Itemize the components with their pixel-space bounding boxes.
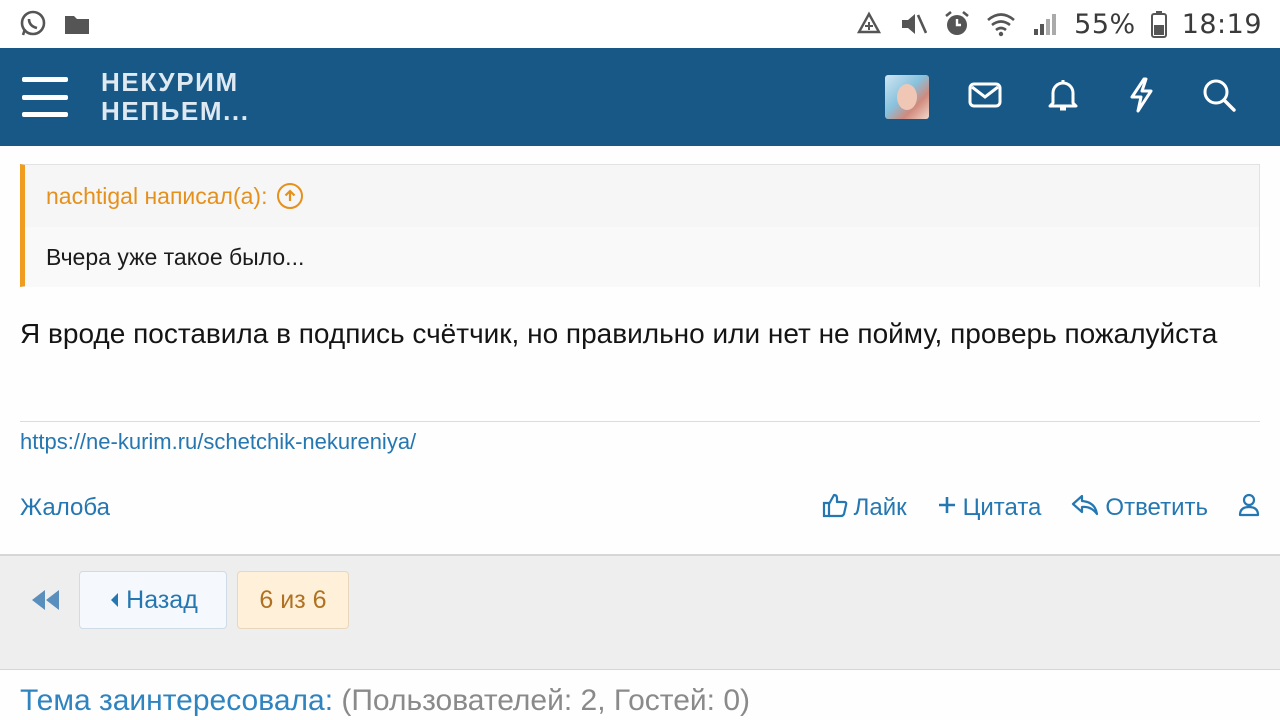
avatar [885, 75, 929, 119]
viewers-label[interactable]: Тема заинтересовала: [20, 684, 333, 717]
quote-header[interactable]: nachtigal написал(а): [25, 165, 1259, 227]
user-menu-button[interactable] [1238, 493, 1260, 524]
logo-line-2: НЕПЬЕМ... [101, 96, 250, 126]
reply-label: Ответить [1105, 494, 1208, 521]
user-icon [1238, 493, 1260, 524]
reply-button[interactable]: Ответить [1071, 493, 1208, 524]
signature-divider [20, 421, 1260, 422]
alerts-button[interactable] [1024, 48, 1102, 146]
arrow-up-circle-icon[interactable] [277, 183, 304, 209]
plus-icon [937, 494, 957, 522]
lightning-icon [1127, 77, 1155, 118]
clock: 18:19 [1181, 8, 1262, 40]
battery-icon [1150, 9, 1168, 39]
alarm-icon [942, 9, 972, 39]
whats-new-button[interactable] [1102, 48, 1180, 146]
battery-percent: 55% [1074, 8, 1136, 40]
status-right: 55% 18:19 [854, 9, 1262, 40]
site-header: НЕКУРИМ НЕПЬЕМ... [0, 48, 1280, 146]
search-button[interactable] [1180, 48, 1258, 146]
signal-icon [1030, 9, 1060, 39]
back-label: Назад [126, 585, 198, 614]
bell-icon [1047, 78, 1079, 117]
data-saver-icon [854, 9, 884, 39]
double-chevron-left-icon [32, 590, 59, 610]
quote-label: Цитата [962, 494, 1042, 521]
post-message: Я вроде поставила в подпись счётчик, но … [20, 318, 1218, 349]
report-button[interactable]: Жалоба [20, 494, 110, 522]
quote-block: nachtigal написал(а): Вчера уже такое бы… [20, 164, 1260, 287]
quote-button[interactable]: Цитата [937, 494, 1042, 522]
thread-pagination: Назад 6 из 6 [0, 554, 1280, 670]
menu-icon[interactable] [22, 77, 68, 117]
whatsapp-icon [18, 9, 48, 39]
header-actions [868, 48, 1258, 146]
mute-icon [898, 9, 928, 39]
reply-icon [1071, 493, 1099, 524]
folder-icon [62, 9, 92, 39]
signature-link[interactable]: https://ne-kurim.ru/schetchik-nekureniya… [20, 429, 416, 455]
like-label: Лайк [853, 494, 907, 521]
wifi-icon [986, 9, 1016, 39]
status-bar: 55% 18:19 [0, 0, 1280, 48]
thumbs-up-icon [822, 492, 848, 525]
inbox-button[interactable] [946, 48, 1024, 146]
account-button[interactable] [868, 48, 946, 146]
status-left [18, 9, 92, 39]
quote-author: nachtigal написал(а): [46, 182, 268, 209]
caret-left-icon [111, 593, 119, 607]
logo-line-1: НЕКУРИМ [101, 67, 239, 97]
post-actions-right: Лайк Цитата Ответить [822, 492, 1260, 525]
back-button[interactable]: Назад [79, 571, 227, 629]
page-indicator: 6 из 6 [237, 571, 349, 629]
first-page-button[interactable] [28, 584, 64, 616]
like-button[interactable]: Лайк [822, 492, 907, 525]
inbox-icon [968, 82, 1002, 113]
quote-text: Вчера уже такое было... [25, 227, 1259, 287]
search-icon [1202, 78, 1236, 117]
viewers-count: (Пользователей: 2, Гостей: 0) [341, 684, 750, 717]
thread-viewers: Тема заинтересовала: (Пользователей: 2, … [20, 684, 750, 718]
site-logo[interactable]: НЕКУРИМ НЕПЬЕМ... [101, 68, 250, 126]
post-actions: Жалоба Лайк Цитата Ответить [20, 486, 1260, 530]
